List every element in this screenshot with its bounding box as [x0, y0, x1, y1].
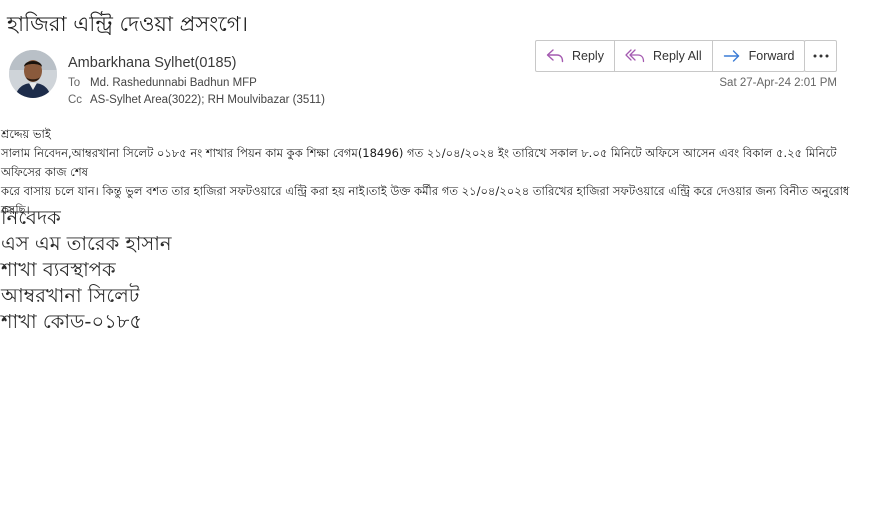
email-subject: হাজিরা এন্ট্রি দেওয়া প্রসংগে।: [7, 12, 248, 36]
to-recipient[interactable]: Md. Rashedunnabi Badhun MFP: [90, 77, 257, 89]
avatar-photo: [9, 50, 57, 98]
signature-line: আম্বরখানা সিলেট: [1, 284, 140, 307]
reply-all-label: Reply All: [652, 49, 702, 63]
sent-date: Sat 27-Apr-24 2:01 PM: [719, 77, 837, 89]
forward-button[interactable]: Forward: [713, 41, 805, 71]
cc-label: Cc: [68, 94, 83, 106]
signature-line: নিবেদক: [1, 206, 61, 229]
signature-line: শাখা ব্যবস্থাপক: [1, 258, 116, 281]
reply-label: Reply: [572, 49, 604, 63]
to-label: To: [68, 77, 81, 89]
more-actions-button[interactable]: [804, 40, 837, 72]
reply-all-icon: [625, 49, 645, 63]
cc-row: Cc AS-Sylhet Area(3022); RH Moulvibazar (…: [68, 94, 325, 106]
cc-recipients[interactable]: AS-Sylhet Area(3022); RH Moulvibazar (35…: [90, 94, 325, 106]
signature-line: এস এম তারেক হাসান: [1, 232, 172, 255]
reply-button[interactable]: Reply: [536, 41, 615, 71]
reply-icon: [546, 49, 564, 63]
avatar[interactable]: [9, 50, 57, 98]
signature-line: শাখা কোড-০১৮৫: [1, 310, 143, 333]
body-line-1: সালাম নিবেদন,আম্বরখানা সিলেট ০১৮৫ নং শাখ…: [1, 146, 837, 179]
reply-all-button[interactable]: Reply All: [615, 41, 713, 71]
more-icon: [813, 54, 828, 58]
forward-label: Forward: [748, 49, 795, 63]
sender-name[interactable]: Ambarkhana Sylhet(0185): [68, 55, 236, 71]
to-row: To Md. Rashedunnabi Badhun MFP: [68, 77, 257, 89]
signature-block: নিবেদক এস এম তারেক হাসান শাখা ব্যবস্থাপক…: [1, 205, 172, 335]
salutation: শ্রদ্দেয় ভাই: [1, 127, 51, 141]
forward-icon: [723, 50, 739, 62]
reply-actions-group: Reply Reply All Forward: [535, 40, 806, 72]
